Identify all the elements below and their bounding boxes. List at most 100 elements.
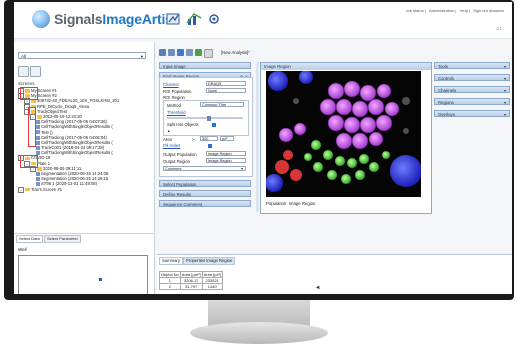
new-icon[interactable] — [159, 49, 166, 56]
area-unit: px² — [222, 137, 228, 141]
accordion-tools[interactable]: Tools ▾ — [434, 62, 510, 69]
table-cell: 1440 — [201, 283, 223, 290]
output-population-value: Image Region — [208, 152, 232, 156]
tab-summary[interactable]: Summary — [159, 257, 183, 265]
accordion-regions[interactable]: Regions ▾ — [434, 98, 510, 105]
method-group: Method Common Thre Threshold Split Into … — [163, 100, 249, 136]
section-select-population-label: Select Population — [163, 182, 197, 187]
comment-select[interactable]: Comment ▾ — [163, 166, 246, 171]
channel-label[interactable]: Channel — [163, 82, 179, 87]
comment-label: Comment — [165, 167, 182, 171]
highlight-box — [20, 87, 38, 100]
area-label: Area — [163, 137, 172, 142]
table-cell: 2 — [159, 283, 181, 290]
chevron-down-icon: ▾ — [503, 76, 506, 81]
run-icon[interactable] — [177, 49, 184, 56]
threshold-slider-knob[interactable] — [207, 115, 211, 121]
settings-icon[interactable] — [206, 12, 222, 26]
column-header[interactable]: Area [px²] — [201, 271, 223, 278]
method-label: Method — [167, 103, 181, 108]
accordion-overlays-label: Overlays — [438, 112, 455, 117]
chevron-down-icon: ▾ — [503, 88, 506, 93]
output-population-input[interactable]: Image Region — [206, 151, 246, 156]
highlight-box — [28, 107, 36, 147]
right-accordion: Tools ▾ Controls ▾ Channels ▾ Regions ▾ Over… — [434, 62, 510, 162]
accordion-controls[interactable]: Controls ▾ — [434, 74, 510, 81]
roi-population-select[interactable]: None — [206, 88, 246, 93]
output-region-input[interactable]: Image Region — [206, 158, 246, 163]
channel-select[interactable]: DRAQ5 — [206, 81, 246, 86]
link-administration[interactable]: Administration — [429, 8, 454, 13]
section-define-results-label: Define Results — [163, 192, 191, 197]
fill-holes-checkbox[interactable] — [208, 144, 212, 148]
folder-icon — [25, 187, 30, 192]
tree-item[interactable]: + Tiao's Screen #1 — [18, 186, 150, 193]
accordion-overlays[interactable]: Overlays ▾ — [434, 110, 510, 117]
chart-icon[interactable] — [186, 12, 202, 26]
section-define-results[interactable]: Define Results — [159, 190, 251, 197]
table-row[interactable]: 2 31.797 1440 — [159, 283, 223, 290]
tab-properties-image-region[interactable]: Properties Image Region — [183, 257, 236, 265]
selected-well-marker[interactable] — [99, 278, 102, 281]
link-job-status[interactable]: Job status — [405, 8, 423, 13]
roi-population-label: ROI Population — [163, 89, 192, 94]
threshold-slider[interactable] — [167, 115, 243, 121]
screen-filter-value: All — [21, 54, 27, 59]
save-icon[interactable] — [186, 49, 193, 56]
well-plate-view[interactable] — [18, 255, 148, 294]
expand-icon[interactable]: + — [18, 186, 24, 193]
panel-divider[interactable] — [256, 62, 259, 212]
fill-holes-label[interactable]: Fill Holes — [163, 143, 180, 148]
area-operator: > — [192, 137, 195, 142]
microscopy-image-render — [266, 71, 421, 197]
screen-filter-select[interactable]: All ▾ — [18, 52, 146, 59]
column-header[interactable]: Object No — [159, 271, 181, 278]
image-caption: Population: Image Region — [266, 201, 316, 206]
tree-item-label: Tiao's Screen #1 — [31, 186, 63, 192]
version-label: 0.1 — [496, 26, 502, 31]
method-select[interactable]: Common Thre — [200, 102, 244, 107]
column-header[interactable]: Area [µm²] — [179, 271, 203, 278]
batch-icon[interactable] — [195, 49, 202, 56]
area-unit-select[interactable]: px² — [220, 136, 234, 141]
image-region-panel: Image Region Population: Image Region — [260, 62, 432, 214]
screens-label: Screens — [18, 81, 35, 86]
table-cell: 31.797 — [179, 283, 203, 290]
table-row[interactable]: 1 3206.17 233521 — [159, 277, 223, 284]
accordion-channels[interactable]: Channels ▾ — [434, 86, 510, 93]
left-tabs: Select Data Select Parameter — [14, 233, 154, 243]
roi-population-value: None — [208, 89, 218, 93]
microscopy-image[interactable] — [266, 71, 421, 197]
channel-value: DRAQ5 — [208, 82, 222, 86]
tab-select-data[interactable]: Select Data — [16, 235, 43, 243]
tab-select-parameter[interactable]: Select Parameter — [44, 235, 81, 243]
section-input-image[interactable]: Input Image — [159, 62, 251, 69]
split-objects-checkbox[interactable] — [212, 123, 216, 127]
link-sign-out[interactable]: Sign out dhaslam — [473, 8, 504, 13]
monitor-frame: SignalsImageArtist Job status | Administ… — [4, 0, 514, 300]
accordion-controls-label: Controls — [438, 76, 455, 81]
close-icon[interactable] — [204, 49, 213, 58]
chevron-down-icon: ▾ — [241, 167, 243, 171]
output-region-value: Image Region — [208, 159, 232, 163]
add-button[interactable] — [30, 66, 41, 77]
analysis-name: [New Analysis]* — [221, 50, 250, 55]
section-sequence-comment[interactable]: Sequence Comment — [159, 200, 251, 207]
image-panel-title: Image Region — [261, 63, 431, 70]
top-links: Job status | Administration | Help | Sig… — [405, 8, 504, 13]
section-select-population[interactable]: Select Population — [159, 180, 251, 187]
expand-icon[interactable]: ▲ — [167, 129, 170, 133]
threshold-label[interactable]: Threshold — [167, 110, 186, 115]
output-region-label: Output Region — [163, 159, 191, 164]
accordion-channels-label: Channels — [438, 88, 457, 93]
section-sequence-comment-label: Sequence Comment — [163, 202, 203, 207]
well-label: Well — [18, 247, 27, 252]
open-icon[interactable] — [168, 49, 175, 56]
refresh-button[interactable] — [18, 66, 29, 77]
find-region-form: Channel DRAQ5 ROI Population None ROI Re… — [159, 77, 253, 177]
area-input[interactable]: 300 — [200, 136, 218, 141]
area-value: 300 — [202, 137, 209, 141]
analysis-panel: [New Analysis]* Input Image Find Image R… — [157, 42, 253, 254]
link-help[interactable]: Help — [460, 8, 468, 13]
analysis-icon[interactable] — [166, 12, 182, 26]
